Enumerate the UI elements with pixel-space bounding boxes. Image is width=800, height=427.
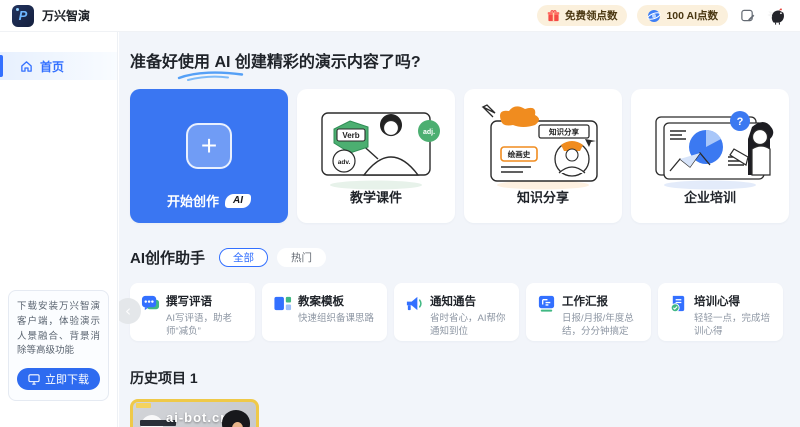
thumbnail-tag [136, 403, 151, 408]
svg-text:adj.: adj. [423, 129, 435, 136]
scene-card-knowledge-label: 知识分享 [464, 187, 622, 206]
assistant-section-title: AI创作助手 [130, 247, 205, 268]
start-create-card[interactable]: + 开始创作 AI [130, 89, 288, 223]
assistant-card-title: 培训心得 [694, 293, 773, 309]
scene-card-knowledge[interactable]: 知识分享 绘画史 知识分享 [464, 89, 622, 223]
create-cards-row: + 开始创作 AI Verb adv. adj. [130, 89, 800, 223]
scene-card-teaching[interactable]: Verb adv. adj. 教学课件 [297, 89, 455, 223]
assistant-card-notice[interactable]: 通知通告 省时省心，AI帮你通知到位 [394, 283, 519, 341]
scene-card-training-label: 企业培训 [631, 187, 789, 206]
assistant-card-desc: 省时省心，AI帮你通知到位 [430, 312, 509, 339]
svg-text:adv.: adv. [338, 159, 351, 166]
assistant-card-desc: AI写评语，助老师“减负” [166, 312, 245, 339]
gift-icon [547, 9, 560, 22]
assistant-carousel: ‹ › 撰写评语 AI写评语，助老师“减负” [130, 283, 790, 341]
home-icon [20, 60, 33, 73]
ai-points-label: 100 AI点数 [666, 8, 718, 23]
assistant-card-report[interactable]: 工作汇报 日报/月报/年度总结，分分钟搞定 [526, 283, 651, 341]
comment-icon [141, 294, 160, 318]
download-promo: 下载安装万兴智演客户端，体验演示人景融合、背景消除等高级功能 立即下载 [8, 290, 109, 401]
template-icon [273, 294, 292, 318]
history-section-title: 历史项目 1 [130, 368, 800, 388]
free-points-label: 免费领点数 [565, 8, 618, 23]
megaphone-icon [405, 294, 424, 318]
sidebar: 首页 下载安装万兴智演客户端，体验演示人景融合、背景消除等高级功能 立即下载 [0, 32, 118, 427]
scene-card-teaching-label: 教学课件 [297, 187, 455, 206]
assistant-card-training-notes[interactable]: 培训心得 轻轻一点，完成培训心得 [658, 283, 783, 341]
svg-text:?: ? [737, 116, 744, 128]
assistant-card-title: 教案模板 [298, 293, 377, 309]
check-doc-icon [669, 294, 688, 318]
app-logo-icon[interactable]: P [12, 5, 34, 27]
svg-text:绘画史: 绘画史 [508, 149, 531, 159]
project-thumbnail[interactable]: ai-bot.cn AI工具集 ✿ ✿ ➤ [130, 399, 259, 427]
tab-hot[interactable]: 热门 [277, 248, 326, 267]
plus-icon[interactable]: + [186, 123, 232, 169]
start-create-label: 开始创作 [167, 191, 219, 210]
assistant-card-desc: 日报/月报/年度总结，分分钟搞定 [562, 312, 641, 339]
report-icon [537, 294, 556, 318]
ai-badge: AI [225, 194, 251, 208]
assistant-card-title: 撰写评语 [166, 293, 245, 309]
download-button[interactable]: 立即下载 [17, 368, 100, 390]
topbar-actions: 免费领点数 100 AI点数 [537, 5, 788, 27]
tab-all[interactable]: 全部 [219, 248, 268, 267]
feedback-icon[interactable] [738, 7, 756, 25]
assistant-tabs: 全部 热门 [219, 248, 326, 267]
main-content: 准备好使用 AI 创建精彩的演示内容了吗? + 开始创作 AI Ve [119, 32, 800, 427]
assistant-section-header: AI创作助手 全部 热门 [130, 247, 800, 268]
assistant-card-desc: 快速组织备课思路 [298, 312, 377, 325]
assistant-card-template[interactable]: 教案模板 快速组织备课思路 [262, 283, 387, 341]
rooster-avatar-icon [767, 5, 788, 26]
monitor-download-icon [28, 374, 40, 385]
download-button-label: 立即下载 [45, 371, 89, 387]
svg-text:Verb: Verb [342, 131, 359, 140]
app-name: 万兴智演 [42, 7, 90, 24]
free-points-button[interactable]: 免费领点数 [537, 5, 628, 26]
topbar: P 万兴智演 免费领点数 100 AI点数 [0, 0, 800, 32]
avatar[interactable] [766, 5, 788, 27]
brand: P 万兴智演 [12, 5, 90, 27]
swoosh-underline [176, 70, 252, 81]
ai-coin-icon [647, 9, 661, 23]
ai-points-badge[interactable]: 100 AI点数 [637, 5, 728, 26]
scene-card-training[interactable]: ? 企业培训 [631, 89, 789, 223]
download-promo-text: 下载安装万兴智演客户端，体验演示人景融合、背景消除等高级功能 [17, 300, 100, 359]
assistant-card-title: 通知通告 [430, 293, 509, 309]
svg-text:知识分享: 知识分享 [549, 127, 579, 137]
assistant-card-title: 工作汇报 [562, 293, 641, 309]
teaching-illustration: Verb adv. adj. [306, 99, 446, 191]
knowledge-illustration: 知识分享 绘画史 [473, 99, 613, 191]
assistant-card-desc: 轻轻一点，完成培训心得 [694, 312, 773, 339]
assistant-card-comments[interactable]: 撰写评语 AI写评语，助老师“减负” [130, 283, 255, 341]
training-illustration: ? [640, 99, 780, 191]
page-title: 准备好使用 AI 创建精彩的演示内容了吗? [130, 48, 800, 72]
sidebar-item-home[interactable]: 首页 [0, 52, 117, 80]
watermark-text: ai-bot.cn [166, 410, 229, 425]
assistant-cards-row: 撰写评语 AI写评语，助老师“减负” 教案模板 快速组织备课思路 [130, 283, 790, 341]
sidebar-item-home-label: 首页 [40, 58, 64, 75]
